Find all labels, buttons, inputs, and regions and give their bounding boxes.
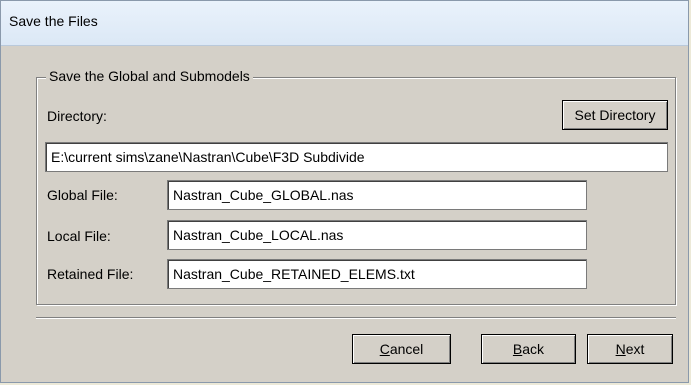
local-file-label: Local File: — [47, 228, 111, 244]
retained-file-label: Retained File: — [47, 266, 134, 282]
cancel-mnemonic: C — [379, 341, 390, 357]
next-label-rest: ext — [625, 341, 645, 357]
next-mnemonic: N — [615, 341, 626, 357]
window-title: Save the Files — [9, 13, 98, 29]
cancel-label-rest: ancel — [389, 341, 424, 357]
title-bar: Save the Files — [1, 1, 688, 46]
back-button[interactable]: Back — [481, 334, 576, 364]
global-file-input[interactable] — [167, 180, 587, 210]
cancel-button[interactable]: Cancel — [352, 334, 451, 364]
local-file-input[interactable] — [167, 220, 587, 250]
retained-file-input[interactable] — [167, 259, 587, 289]
groupbox-legend: Save the Global and Submodels — [46, 68, 253, 84]
set-directory-button[interactable]: Set Directory — [562, 100, 668, 130]
back-label-rest: ack — [522, 341, 545, 357]
next-button[interactable]: Next — [587, 334, 673, 364]
footer-separator — [36, 317, 676, 319]
back-mnemonic: B — [512, 341, 523, 357]
global-file-label: Global File: — [47, 187, 118, 203]
directory-input[interactable] — [45, 142, 668, 172]
directory-label: Directory: — [47, 108, 107, 124]
